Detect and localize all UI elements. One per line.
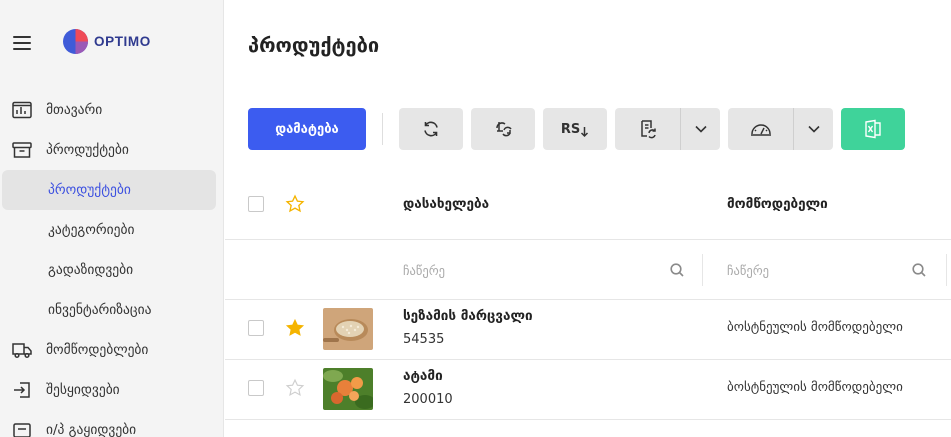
product-name[interactable]: სეზამის მარცვალი <box>403 308 533 324</box>
sidebar-subitem-products[interactable]: პროდუქტები <box>2 170 216 210</box>
toolbar-divider <box>382 113 383 145</box>
arrow-down-icon <box>581 127 589 138</box>
sidebar-item-label: შესყიდვები <box>46 382 120 398</box>
sidebar-subitem-transfers[interactable]: გადაზიდვები <box>2 250 216 290</box>
sidebar-item-label: კატეგორიები <box>48 222 135 238</box>
products-table: დასახელება მომწოდებელი ჩაწერე ჩაწერე სეზ… <box>225 172 951 420</box>
table-filter-row <box>225 240 951 300</box>
toolbar: დამატება RS <box>248 108 905 150</box>
sidebar-subitem-categories[interactable]: კატეგორიები <box>2 210 216 250</box>
excel-icon <box>865 119 881 139</box>
supplier-filter-input[interactable] <box>727 254 917 286</box>
column-header-name[interactable]: დასახელება <box>403 196 489 212</box>
login-icon <box>14 382 30 398</box>
sidebar-item-home[interactable]: მთავარი <box>0 90 224 130</box>
product-image <box>323 308 373 350</box>
rs-download-button[interactable]: RS <box>543 108 607 150</box>
product-code: 200010 <box>403 392 453 407</box>
search-icon[interactable] <box>911 262 927 278</box>
excel-export-button[interactable] <box>841 108 905 150</box>
sidebar-item-label: ინვენტარიზაცია <box>48 302 152 318</box>
star-outline-icon[interactable] <box>285 378 305 398</box>
table-row[interactable]: სეზამის მარცვალი 54535 ბოსტნეულის მომწოდ… <box>225 300 951 360</box>
brand-name: OPTIMO <box>94 34 151 49</box>
sync-price-button[interactable] <box>471 108 535 150</box>
sidebar-subitem-inventory[interactable]: ინვენტარიზაცია <box>2 290 216 330</box>
supplier-filter <box>719 254 947 286</box>
refresh-icon <box>424 121 438 137</box>
sidebar-item-label: პროდუქტები <box>48 182 131 198</box>
document-sync-icon <box>640 120 656 139</box>
sidebar-item-purchases[interactable]: შესყიდვები <box>0 370 224 410</box>
menu-toggle-icon[interactable] <box>13 36 31 50</box>
truck-icon <box>12 343 32 359</box>
row-checkbox[interactable] <box>248 380 264 396</box>
search-icon[interactable] <box>669 262 685 278</box>
sidebar-item-label: გადაზიდვები <box>48 262 134 278</box>
row-checkbox[interactable] <box>248 320 264 336</box>
select-all-checkbox[interactable] <box>248 196 264 212</box>
document-sync-button[interactable] <box>615 108 681 150</box>
product-name[interactable]: ატამი <box>403 368 443 384</box>
sidebar-nav: მთავარი პროდუქტები პროდუქტები კატეგორიებ… <box>0 90 224 437</box>
logo[interactable]: OPTIMO <box>63 29 151 54</box>
chevron-down-icon <box>694 125 707 133</box>
main-content: პროდუქტები დამატება RS დასახელება მომწოდ… <box>225 0 951 437</box>
sidebar-item-label: ი/პ გაყიდვები <box>46 422 137 437</box>
sidebar-item-products[interactable]: პროდუქტები <box>0 130 224 170</box>
sidebar-item-label: მომწოდებლები <box>46 342 149 358</box>
sidebar-item-label: პროდუქტები <box>46 142 129 158</box>
sales-icon <box>13 423 31 437</box>
column-header-supplier[interactable]: მომწოდებელი <box>727 196 828 212</box>
scale-icon <box>750 124 771 136</box>
refresh-button[interactable] <box>399 108 463 150</box>
sidebar-item-label: მთავარი <box>46 102 103 118</box>
name-filter-input[interactable] <box>403 254 673 286</box>
dashboard-icon <box>12 101 32 119</box>
product-image <box>323 368 373 410</box>
table-row[interactable]: ატამი 200010 ბოსტნეულის მომწოდებელი <box>225 360 951 420</box>
product-supplier: ბოსტნეულის მომწოდებელი <box>727 320 903 335</box>
rs-download-icon: RS <box>560 121 581 137</box>
scale-dropdown[interactable] <box>794 108 833 150</box>
sidebar-item-sales[interactable]: ი/პ გაყიდვები <box>0 410 224 437</box>
product-code: 54535 <box>403 332 445 347</box>
scale-button[interactable] <box>728 108 794 150</box>
star-outline-icon[interactable] <box>285 194 305 214</box>
sidebar: OPTIMO მთავარი პროდუქტები პროდუქტები კატ… <box>0 0 224 437</box>
scale-split-button <box>728 108 833 150</box>
document-sync-dropdown[interactable] <box>681 108 720 150</box>
sidebar-item-suppliers[interactable]: მომწოდებლები <box>0 330 224 370</box>
box-icon <box>12 142 32 158</box>
table-header: დასახელება მომწოდებელი <box>225 172 951 240</box>
optimo-logo-icon <box>63 29 88 54</box>
document-sync-split-button <box>615 108 720 150</box>
sync-price-icon <box>496 122 512 137</box>
chevron-down-icon <box>807 125 820 133</box>
product-supplier: ბოსტნეულის მომწოდებელი <box>727 380 903 395</box>
page-title: პროდუქტები <box>248 33 380 57</box>
add-button[interactable]: დამატება <box>248 108 366 150</box>
name-filter <box>395 254 703 286</box>
star-filled-icon[interactable] <box>285 318 305 338</box>
